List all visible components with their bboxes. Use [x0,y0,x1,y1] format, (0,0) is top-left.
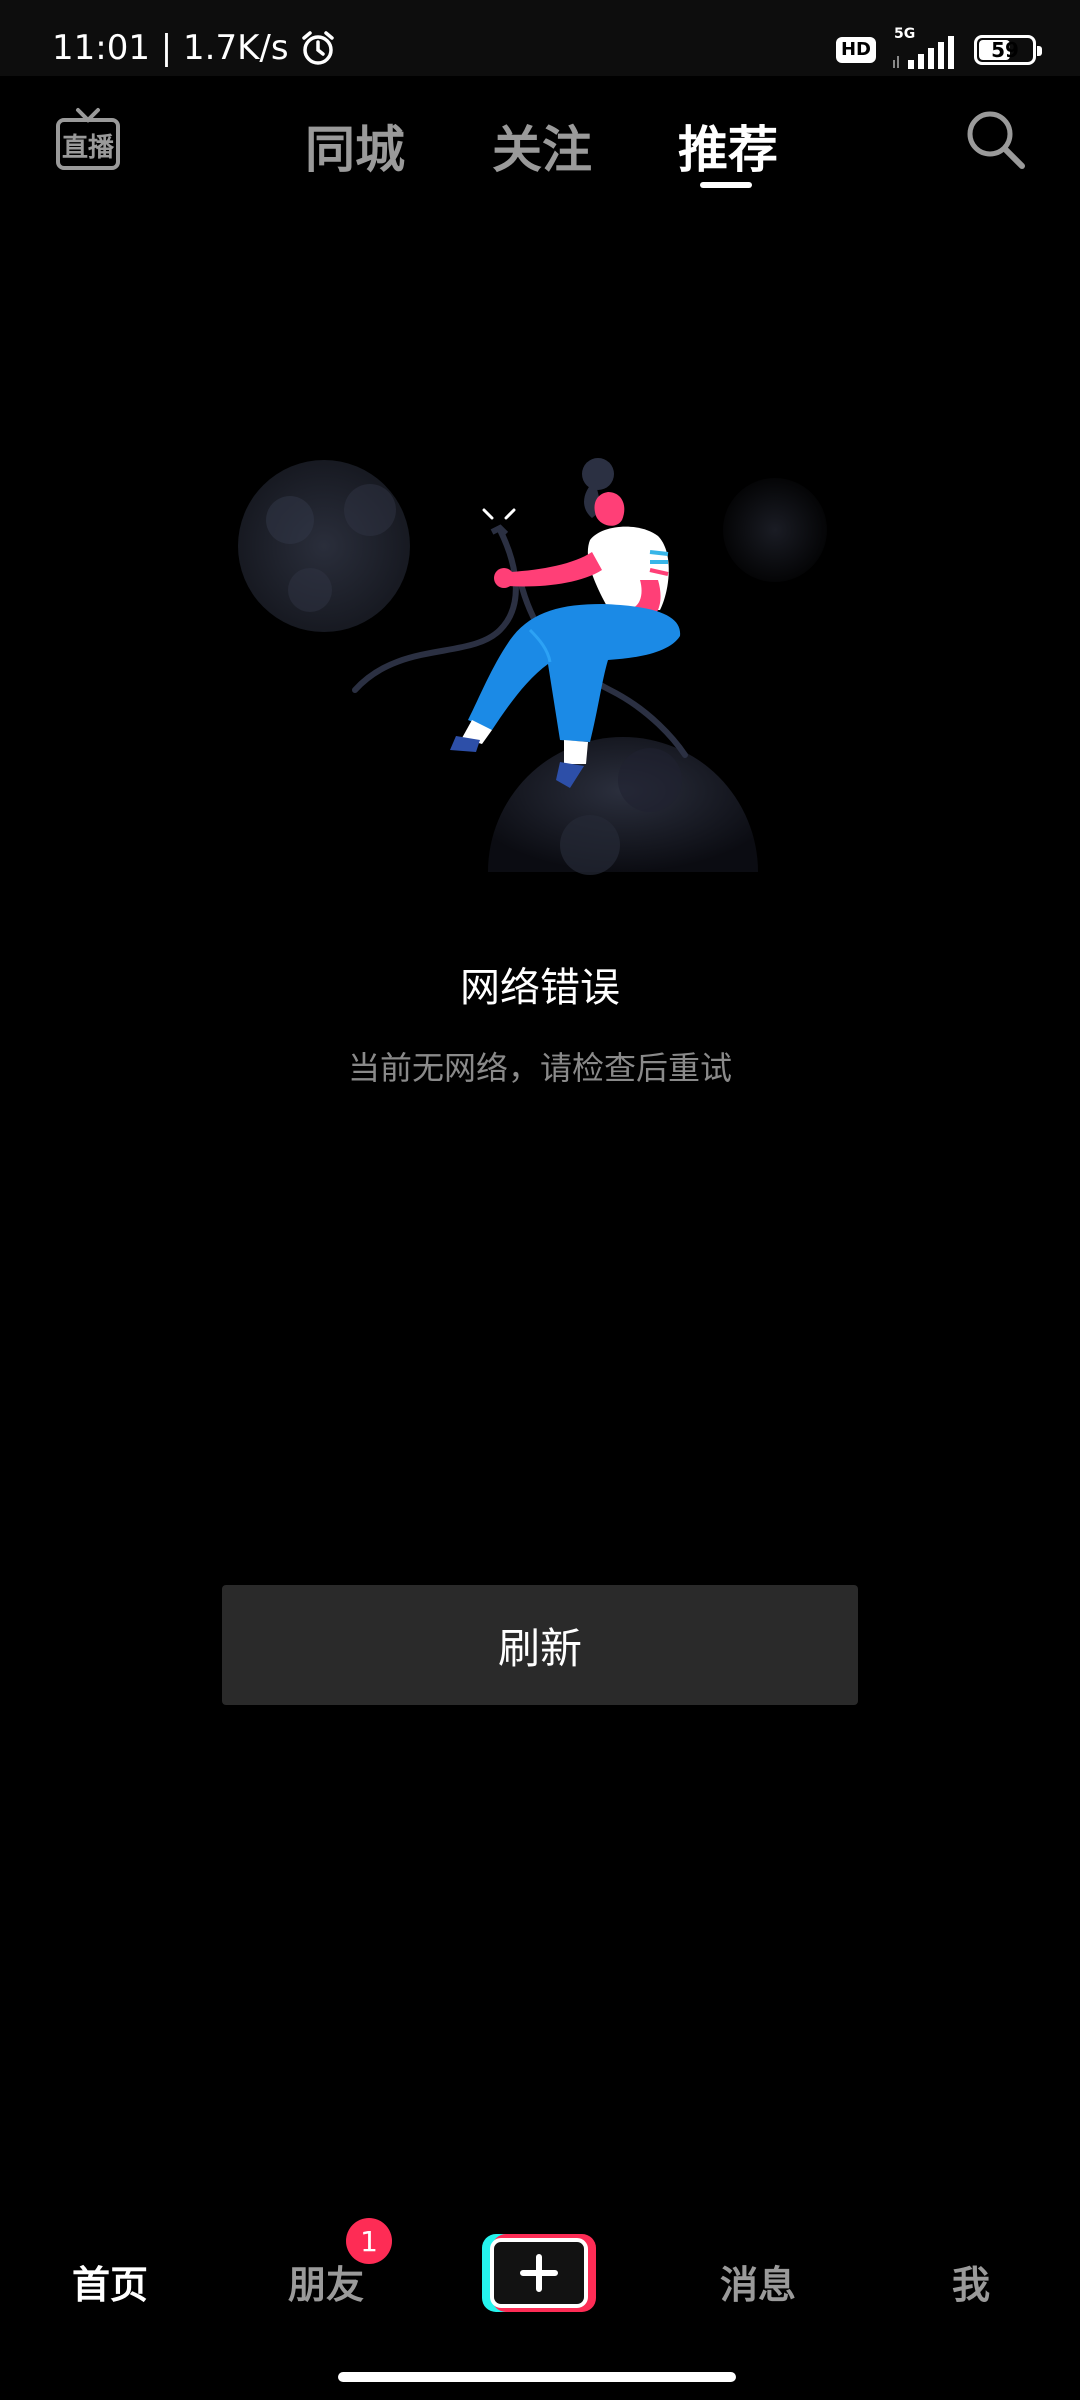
bottom-nav: 首页 朋友 1 消息 我 [0,2200,1080,2360]
nav-me[interactable]: 我 [952,2254,990,2309]
battery-level: 59 [991,38,1019,62]
create-button[interactable] [482,2234,596,2312]
nav-messages[interactable]: 消息 [720,2254,796,2309]
live-button[interactable]: 直播 [56,104,120,174]
search-button[interactable] [962,106,1028,172]
nav-home[interactable]: 首页 [72,2254,148,2309]
tab-local[interactable]: 同城 [305,110,405,182]
status-time-speed: 11:01 | 1.7K/s [52,28,289,68]
active-tab-indicator [700,182,752,188]
error-title: 网络错误 [460,965,620,1011]
error-subtitle: 当前无网络，请检查后重试 [347,1049,732,1087]
friends-notification-badge: 1 [346,2218,392,2264]
top-nav: 直播 同城 关注 推荐 [0,76,1080,206]
refresh-button[interactable]: 刷新 [222,1585,858,1705]
signal-icon: 5G [890,26,960,70]
status-right: HD 5G 59 [835,26,1042,70]
battery-tip [1037,46,1042,56]
tab-recommend[interactable]: 推荐 [678,110,778,182]
hd-badge: HD [835,37,876,63]
plus-icon [520,2254,558,2292]
battery-icon: 59 [974,35,1042,65]
search-icon [967,111,1025,169]
tab-following[interactable]: 关注 [492,110,592,182]
live-tv-icon: 直播 [56,108,120,170]
home-indicator[interactable] [338,2372,736,2382]
create-button-face [490,2238,588,2308]
live-label: 直播 [62,133,115,163]
alarm-icon [299,29,337,67]
nav-friends[interactable]: 朋友 [288,2254,364,2309]
status-left: 11:01 | 1.7K/s [52,28,337,68]
network-error-illustration [230,440,830,880]
status-bar: 11:01 | 1.7K/s HD 5G 59 [0,0,1080,76]
